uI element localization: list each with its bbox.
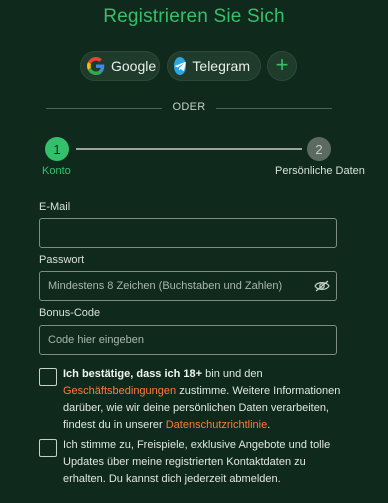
telegram-icon: [174, 57, 187, 75]
show-password-icon[interactable]: [314, 280, 330, 292]
telegram-login-button[interactable]: Telegram: [167, 51, 261, 81]
registration-stepper: 1 2 Konto Persönliche Daten: [0, 137, 388, 182]
consent1-text1: bin und den: [202, 368, 263, 380]
password-field[interactable]: Mindestens 8 Zeichen (Buchstaben und Zah…: [39, 271, 337, 301]
google-icon: [87, 56, 105, 76]
age-terms-checkbox[interactable]: [39, 368, 57, 386]
telegram-label: Telegram: [192, 58, 250, 74]
step-1-indicator: 1: [45, 137, 69, 161]
marketing-consent-checkbox[interactable]: [39, 439, 57, 457]
google-login-button[interactable]: Google: [80, 51, 160, 81]
divider-line-left: [46, 108, 162, 109]
terms-link[interactable]: Geschäftsbedingungen: [63, 385, 176, 397]
social-login-row: Google Telegram +: [0, 51, 388, 81]
or-divider: ODER: [46, 101, 332, 115]
email-field[interactable]: [39, 218, 337, 248]
password-placeholder: Mindestens 8 Zeichen (Buchstaben und Zah…: [48, 280, 283, 292]
email-label: E-Mail: [39, 201, 71, 213]
bonus-code-field[interactable]: Code hier eingeben: [39, 325, 337, 355]
privacy-policy-link[interactable]: Datenschutzrichtlinie: [166, 419, 268, 431]
step-1-label: Konto: [42, 165, 71, 177]
divider-line-right: [216, 108, 332, 109]
marketing-consent-text: Ich stimme zu, Freispiele, exklusive Ang…: [63, 439, 331, 485]
divider-text: ODER: [172, 101, 206, 113]
google-label: Google: [111, 58, 157, 74]
bonus-code-label: Bonus-Code: [39, 307, 101, 319]
plus-icon: +: [275, 52, 289, 77]
page-title: Registrieren Sie Sich: [103, 6, 285, 27]
age-terms-text: Ich bestätige, dass ich 18+ bin und den …: [63, 366, 348, 434]
age-confirm-bold: Ich bestätige, dass ich 18+: [63, 368, 203, 380]
step-connector: [76, 148, 302, 150]
password-label: Passwort: [39, 254, 85, 266]
step-2-indicator: 2: [307, 137, 331, 161]
more-login-options-button[interactable]: +: [267, 51, 297, 81]
step-2-label: Persönliche Daten: [275, 165, 365, 177]
consent1-text3: .: [267, 419, 271, 431]
